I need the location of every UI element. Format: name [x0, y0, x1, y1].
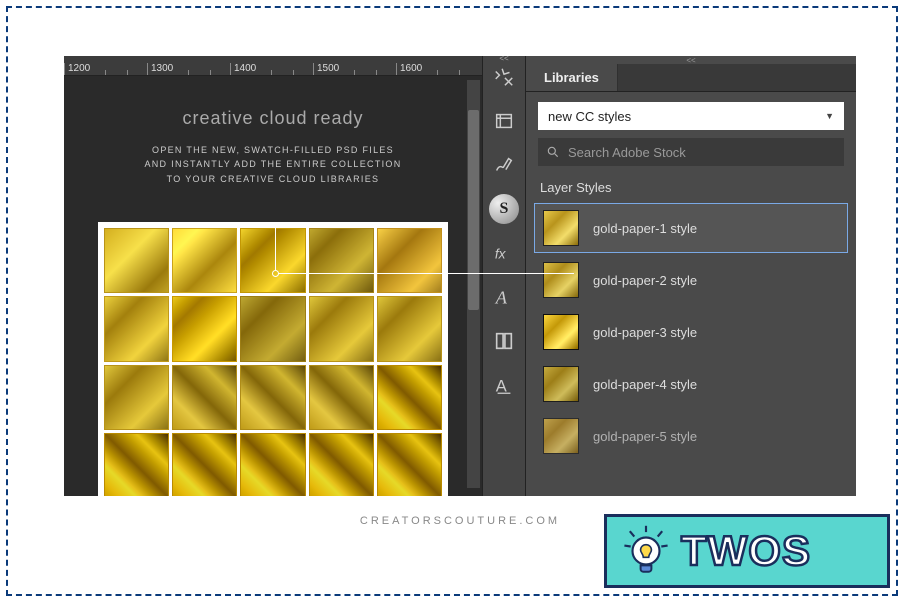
gold-swatch[interactable] [377, 296, 442, 361]
tab-libraries[interactable]: Libraries [526, 64, 618, 91]
style-label: gold-paper-3 style [593, 325, 697, 340]
ruler-tick: 1200 [64, 63, 147, 75]
layer-style-item[interactable]: gold-paper-3 style [534, 307, 848, 357]
paragraph-icon[interactable] [489, 326, 519, 356]
library-search-input[interactable]: Search Adobe Stock [538, 138, 844, 166]
promo-title: creative cloud ready [96, 108, 450, 129]
gold-swatch[interactable] [172, 365, 237, 430]
gold-swatch[interactable] [104, 365, 169, 430]
style-thumbnail [543, 366, 579, 402]
style-thumbnail [543, 262, 579, 298]
gold-swatch[interactable] [172, 228, 237, 293]
style-label: gold-paper-2 style [593, 273, 697, 288]
gold-swatch[interactable] [240, 296, 305, 361]
gold-swatch[interactable] [104, 228, 169, 293]
gold-swatch[interactable] [309, 433, 374, 496]
gold-swatch[interactable] [240, 365, 305, 430]
style-thumbnail [543, 314, 579, 350]
style-thumbnail [543, 210, 579, 246]
search-placeholder: Search Adobe Stock [568, 145, 686, 160]
type-icon[interactable]: A [489, 282, 519, 312]
vertical-scrollbar[interactable] [467, 80, 480, 488]
section-label-layer-styles: Layer Styles [540, 180, 842, 195]
ruler-tick: 1600 [396, 63, 479, 75]
ruler-tick: 1300 [147, 63, 230, 75]
gold-swatch[interactable] [377, 228, 442, 293]
search-icon [546, 145, 560, 159]
lightbulb-icon [619, 524, 673, 578]
promo-subtitle-line: TO YOUR CREATIVE CLOUD LIBRARIES [96, 172, 450, 186]
layer-style-list: gold-paper-1 style gold-paper-2 style go… [526, 203, 856, 461]
style-label: gold-paper-5 style [593, 429, 697, 444]
gold-swatch[interactable] [240, 433, 305, 496]
gold-swatch[interactable] [377, 433, 442, 496]
swatch-grid [98, 222, 448, 496]
gold-swatch[interactable] [172, 296, 237, 361]
svg-text:A: A [495, 287, 508, 307]
promo-block: creative cloud ready OPEN THE NEW, SWATC… [76, 92, 470, 204]
promo-subtitle-line: OPEN THE NEW, SWATCH-FILLED PSD FILES [96, 143, 450, 157]
tools-icon[interactable] [489, 62, 519, 92]
layer-style-item[interactable]: gold-paper-2 style [534, 255, 848, 305]
gold-swatch[interactable] [104, 296, 169, 361]
gold-swatch[interactable] [309, 228, 374, 293]
callout-line [278, 273, 574, 274]
layer-style-item[interactable]: gold-paper-4 style [534, 359, 848, 409]
gold-swatch[interactable] [104, 433, 169, 496]
style-label: gold-paper-4 style [593, 377, 697, 392]
brush-icon[interactable] [489, 150, 519, 180]
document-canvas[interactable]: creative cloud ready OPEN THE NEW, SWATC… [76, 92, 470, 496]
history-icon[interactable] [489, 106, 519, 136]
svg-text:fx: fx [495, 247, 507, 262]
align-icon[interactable]: A [489, 370, 519, 400]
layer-style-item[interactable]: gold-paper-1 style [534, 203, 848, 253]
style-thumbnail [543, 418, 579, 454]
libraries-panel: << Libraries new CC styles ▼ Search Adob… [526, 56, 856, 496]
library-selector-dropdown[interactable]: new CC styles ▼ [538, 102, 844, 130]
style-label: gold-paper-1 style [593, 221, 697, 236]
app-window: 1200 1300 1400 1500 1600 creative cloud … [64, 56, 856, 496]
fx-icon[interactable]: fx [489, 238, 519, 268]
scrollbar-thumb[interactable] [468, 110, 479, 310]
screenshot-container: 1200 1300 1400 1500 1600 creative cloud … [64, 56, 856, 546]
promo-subtitle-line: AND INSTANTLY ADD THE ENTIRE COLLECTION [96, 157, 450, 171]
3d-sphere-icon: S [489, 194, 519, 224]
collapse-grip[interactable]: << [483, 54, 525, 62]
gold-swatch[interactable] [377, 365, 442, 430]
panel-tab-row: Libraries [526, 64, 856, 92]
ruler-tick: 1500 [313, 63, 396, 75]
gold-swatch[interactable] [309, 296, 374, 361]
gold-swatch[interactable] [309, 365, 374, 430]
ruler-tick: 1400 [230, 63, 313, 75]
callout-line [275, 226, 276, 270]
twos-badge: TWOS [604, 514, 890, 588]
layer-style-item[interactable]: gold-paper-5 style [534, 411, 848, 461]
gold-swatch[interactable] [172, 433, 237, 496]
panel-grip[interactable]: << [526, 56, 856, 64]
panel-icon-column: << S fx A [482, 56, 526, 496]
twos-logo-text: TWOS [681, 527, 811, 575]
gold-swatch[interactable] [240, 228, 305, 293]
page-frame: 1200 1300 1400 1500 1600 creative cloud … [6, 6, 898, 596]
horizontal-ruler: 1200 1300 1400 1500 1600 [64, 56, 482, 76]
chevron-down-icon: ▼ [825, 111, 834, 121]
3d-icon[interactable]: S [489, 194, 519, 224]
library-selector-value: new CC styles [548, 109, 631, 124]
